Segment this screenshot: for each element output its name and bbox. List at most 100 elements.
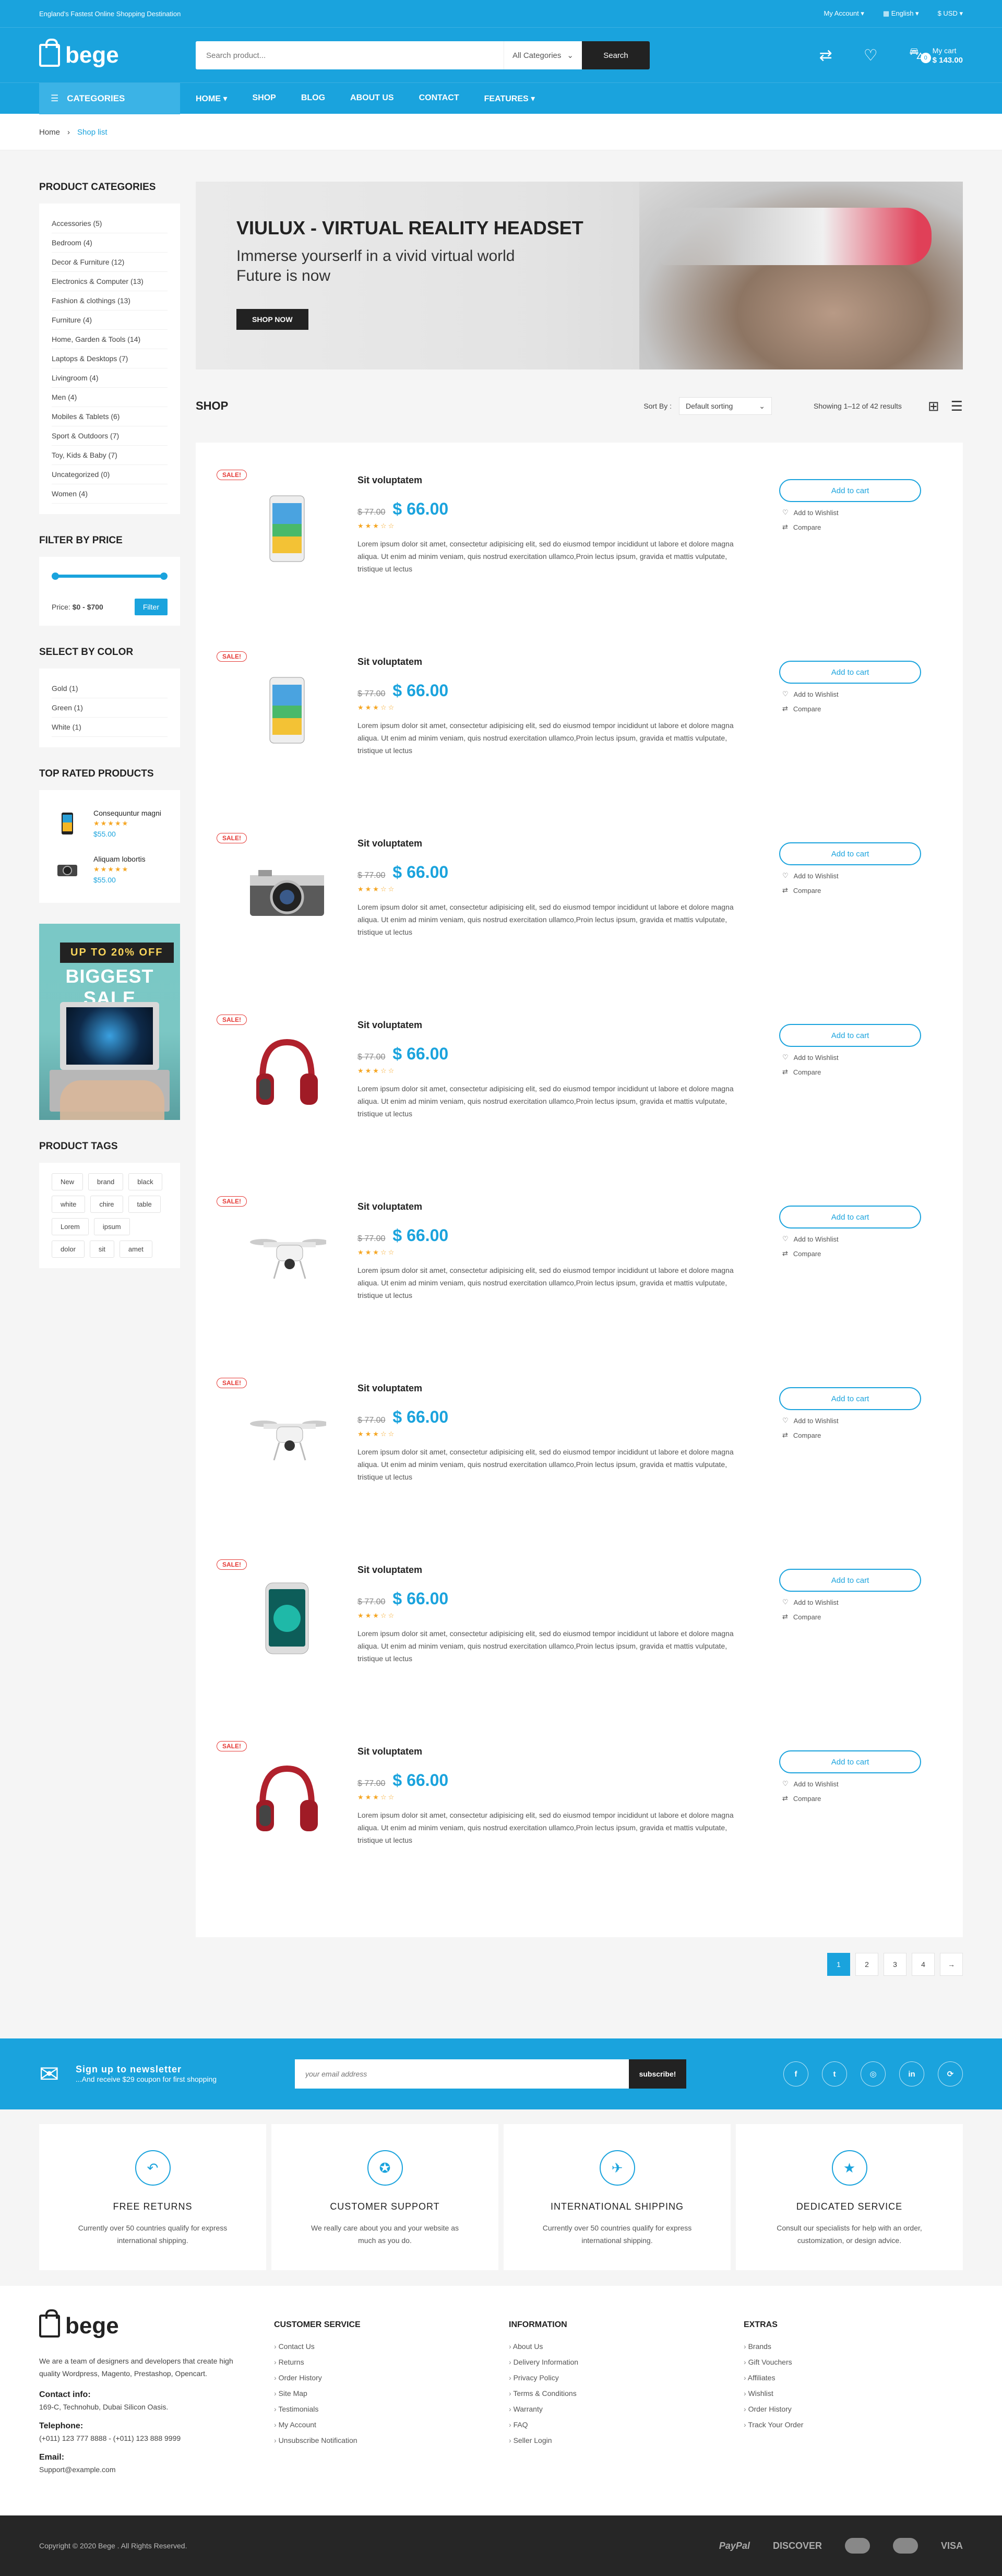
add-to-wishlist-link[interactable]: ♡ Add to Wishlist: [782, 872, 918, 880]
add-to-cart-button[interactable]: Add to cart: [779, 1569, 921, 1592]
compare-icon[interactable]: ⇄: [819, 46, 832, 65]
color-filter-item[interactable]: White (1): [52, 718, 168, 737]
footer-link[interactable]: Terms & Conditions: [509, 2389, 744, 2398]
drone-icon[interactable]: [248, 1211, 326, 1299]
language-menu[interactable]: ▦ English ▾: [883, 9, 919, 18]
category-item[interactable]: Men (4): [52, 388, 168, 407]
category-item[interactable]: Decor & Furniture (12): [52, 253, 168, 272]
footer-link[interactable]: About Us: [509, 2342, 744, 2351]
breadcrumb-home[interactable]: Home: [39, 128, 60, 137]
footer-link[interactable]: Wishlist: [744, 2389, 963, 2398]
footer-logo[interactable]: bege: [39, 2309, 196, 2339]
search-category-select[interactable]: All Categories ⌄: [504, 41, 582, 69]
footer-link[interactable]: Order History: [274, 2374, 509, 2382]
category-item[interactable]: Laptops & Desktops (7): [52, 349, 168, 368]
product-tag[interactable]: chire: [90, 1196, 123, 1213]
search-button[interactable]: Search: [582, 41, 650, 69]
shop-now-button[interactable]: Shop now: [236, 309, 308, 330]
facebook-icon[interactable]: f: [783, 2061, 808, 2086]
logo[interactable]: bege: [39, 39, 196, 68]
category-item[interactable]: Mobiles & Tablets (6): [52, 407, 168, 426]
top-rated-item[interactable]: Aliquam lobortis ★★★★★ $55.00: [52, 846, 168, 892]
headphones-icon[interactable]: [248, 1756, 326, 1844]
categories-button[interactable]: ☰ Categories: [39, 83, 180, 114]
footer-link[interactable]: Testimonials: [274, 2405, 509, 2413]
nav-home[interactable]: Home ▾: [196, 93, 227, 104]
category-item[interactable]: Toy, Kids & Baby (7): [52, 446, 168, 465]
add-to-cart-button[interactable]: Add to cart: [779, 1024, 921, 1047]
category-item[interactable]: Home, Garden & Tools (14): [52, 330, 168, 349]
footer-link[interactable]: Gift Vouchers: [744, 2358, 963, 2366]
add-to-cart-button[interactable]: Add to cart: [779, 842, 921, 865]
product-tag[interactable]: black: [128, 1173, 162, 1190]
compare-link[interactable]: ⇄ Compare: [782, 1613, 918, 1621]
footer-link[interactable]: Unsubscribe Notification: [274, 2436, 509, 2444]
subscribe-button[interactable]: subscribe!: [629, 2059, 686, 2089]
add-to-cart-button[interactable]: Add to cart: [779, 479, 921, 502]
add-to-wishlist-link[interactable]: ♡ Add to Wishlist: [782, 508, 918, 517]
product-tag[interactable]: table: [128, 1196, 161, 1213]
nav-shop[interactable]: Shop: [252, 93, 276, 104]
category-item[interactable]: Electronics & Computer (13): [52, 272, 168, 291]
footer-link[interactable]: Track Your Order: [744, 2420, 963, 2429]
compare-link[interactable]: ⇄ Compare: [782, 1431, 918, 1439]
nav-contact[interactable]: Contact: [419, 93, 459, 104]
category-item[interactable]: Bedroom (4): [52, 233, 168, 253]
product-title[interactable]: Sit voluptatem: [357, 475, 738, 486]
phone-icon[interactable]: [248, 666, 326, 755]
add-to-wishlist-link[interactable]: ♡ Add to Wishlist: [782, 1780, 918, 1788]
linkedin-icon[interactable]: in: [899, 2061, 924, 2086]
filter-button[interactable]: Filter: [134, 599, 168, 615]
footer-link[interactable]: Order History: [744, 2405, 963, 2413]
add-to-wishlist-link[interactable]: ♡ Add to Wishlist: [782, 1598, 918, 1606]
compare-link[interactable]: ⇄ Compare: [782, 705, 918, 713]
compare-link[interactable]: ⇄ Compare: [782, 1068, 918, 1076]
nav-blog[interactable]: Blog: [301, 93, 325, 104]
footer-email[interactable]: Support@example.com: [39, 2465, 274, 2474]
add-to-wishlist-link[interactable]: ♡ Add to Wishlist: [782, 1416, 918, 1425]
footer-link[interactable]: Returns: [274, 2358, 509, 2366]
footer-link[interactable]: Brands: [744, 2342, 963, 2351]
category-item[interactable]: Women (4): [52, 484, 168, 504]
grid-view-icon[interactable]: ⊞: [928, 398, 939, 414]
footer-link[interactable]: Warranty: [509, 2405, 744, 2413]
add-to-wishlist-link[interactable]: ♡ Add to Wishlist: [782, 690, 918, 698]
footer-link[interactable]: Seller Login: [509, 2436, 744, 2444]
product-title[interactable]: Sit voluptatem: [357, 1746, 738, 1757]
nav-features[interactable]: Features ▾: [484, 93, 535, 104]
add-to-cart-button[interactable]: Add to cart: [779, 661, 921, 684]
compare-link[interactable]: ⇄ Compare: [782, 1794, 918, 1803]
color-filter-item[interactable]: Green (1): [52, 698, 168, 718]
category-item[interactable]: Fashion & clothings (13): [52, 291, 168, 311]
next-page-button[interactable]: →: [940, 1953, 963, 1976]
product-tag[interactable]: Lorem: [52, 1218, 89, 1235]
category-item[interactable]: Sport & Outdoors (7): [52, 426, 168, 446]
compare-link[interactable]: ⇄ Compare: [782, 523, 918, 531]
product-title[interactable]: Sit voluptatem: [357, 1020, 738, 1031]
category-item[interactable]: Livingroom (4): [52, 368, 168, 388]
category-item[interactable]: Furniture (4): [52, 311, 168, 330]
product-tag[interactable]: dolor: [52, 1241, 85, 1258]
instagram-icon[interactable]: ◎: [861, 2061, 886, 2086]
compare-link[interactable]: ⇄ Compare: [782, 1249, 918, 1258]
footer-link[interactable]: Site Map: [274, 2389, 509, 2398]
product-title[interactable]: Sit voluptatem: [357, 1565, 738, 1576]
product-tag[interactable]: brand: [88, 1173, 124, 1190]
page-button[interactable]: 1: [827, 1953, 850, 1976]
add-to-cart-button[interactable]: Add to cart: [779, 1387, 921, 1410]
category-item[interactable]: Accessories (5): [52, 214, 168, 233]
rss-icon[interactable]: ⟳: [938, 2061, 963, 2086]
compare-link[interactable]: ⇄ Compare: [782, 886, 918, 895]
product-title[interactable]: Sit voluptatem: [357, 657, 738, 667]
product-title[interactable]: Sit voluptatem: [357, 1383, 738, 1394]
category-item[interactable]: Uncategorized (0): [52, 465, 168, 484]
page-button[interactable]: 3: [884, 1953, 906, 1976]
page-button[interactable]: 2: [855, 1953, 878, 1976]
sort-select[interactable]: Default sorting ⌄: [679, 397, 772, 415]
sale-banner[interactable]: UP TO 20% OFF BIGGEST SALE: [39, 924, 180, 1120]
product-tag[interactable]: New: [52, 1173, 84, 1190]
search-input[interactable]: [196, 41, 504, 69]
product-tag[interactable]: ipsum: [93, 1218, 130, 1235]
twitter-icon[interactable]: t: [822, 2061, 847, 2086]
add-to-cart-button[interactable]: Add to cart: [779, 1750, 921, 1773]
